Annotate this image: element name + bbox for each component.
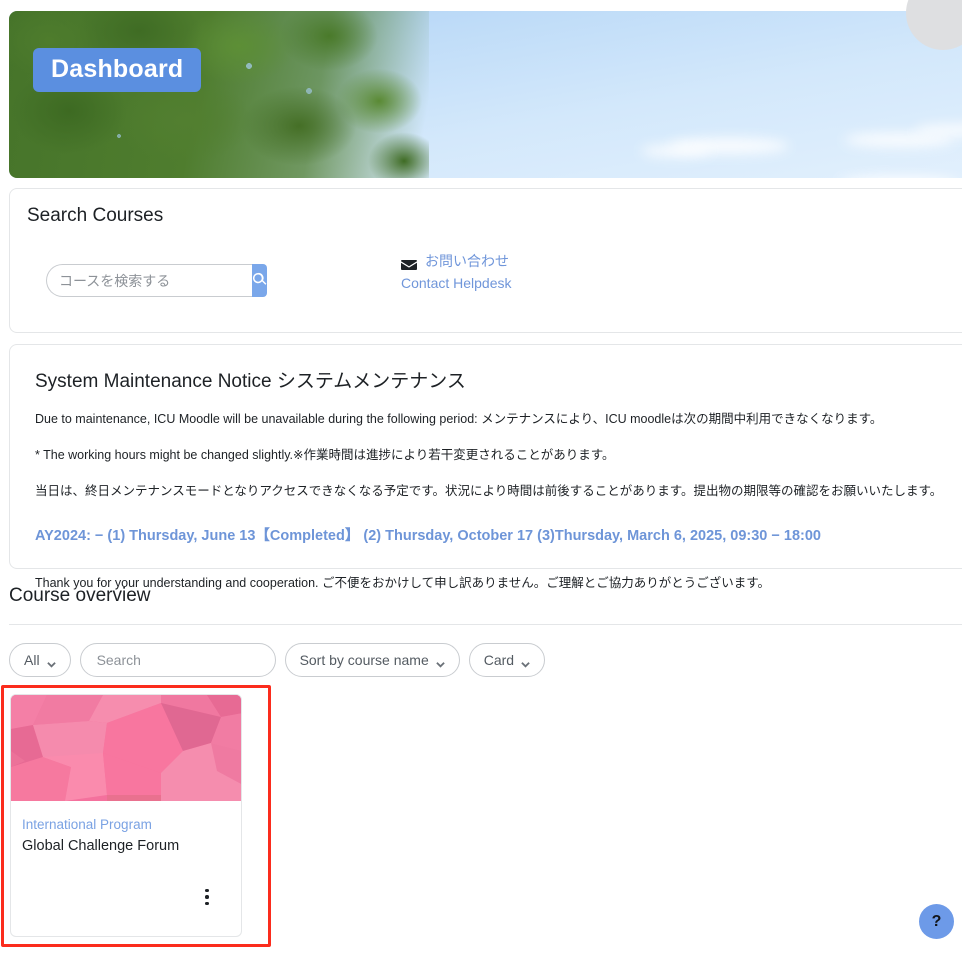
contact-jp-link[interactable]: お問い合わせ	[425, 250, 509, 272]
course-filter-dropdown[interactable]: All	[9, 643, 71, 677]
page-banner: Dashboard	[9, 11, 962, 178]
course-sort-label: Sort by course name	[300, 652, 429, 668]
course-overview-controls: All Sort by course name Card	[9, 643, 545, 677]
course-search-button[interactable]	[252, 264, 267, 297]
maintenance-title: System Maintenance Notice システムメンテナンス	[35, 366, 962, 393]
kebab-menu-icon[interactable]	[197, 886, 217, 908]
kebab-dot	[205, 902, 209, 906]
course-overview-divider	[9, 624, 962, 625]
course-card-name: Global Challenge Forum	[22, 838, 230, 854]
course-search-box	[46, 264, 255, 297]
help-button[interactable]: ?	[919, 904, 954, 939]
search-icon	[252, 272, 267, 290]
maintenance-paragraph: Due to maintenance, ICU Moodle will be u…	[35, 410, 962, 429]
course-view-dropdown[interactable]: Card	[469, 643, 545, 677]
cloud-shape	[839, 176, 959, 178]
cloud-shape	[641, 145, 711, 157]
course-card-category-link[interactable]: International Program	[22, 817, 230, 832]
course-card[interactable]: International Program Global Challenge F…	[10, 694, 242, 937]
tree-foliage-image	[9, 11, 429, 178]
maintenance-schedule-highlight: AY2024: − (1) Thursday, June 13【Complete…	[35, 526, 962, 548]
kebab-dot	[205, 895, 209, 899]
maintenance-body: Due to maintenance, ICU Moodle will be u…	[35, 410, 962, 591]
low-poly-pattern	[11, 695, 241, 801]
course-filter-label: All	[24, 652, 40, 668]
course-card-image	[11, 695, 241, 801]
course-sort-dropdown[interactable]: Sort by course name	[285, 643, 460, 677]
maintenance-notice-panel: System Maintenance Notice システムメンテナンス Due…	[9, 344, 962, 569]
maintenance-paragraph: 当日は、終日メンテナンスモードとなりアクセスできなくなる予定です。状況により時間…	[35, 482, 962, 501]
maintenance-thanks: Thank you for your understanding and coo…	[35, 572, 962, 591]
chevron-down-icon	[436, 656, 445, 665]
page-title-badge: Dashboard	[33, 48, 201, 92]
course-overview-title: Course overview	[9, 585, 151, 607]
contact-helpdesk-link[interactable]: Contact Helpdesk	[401, 272, 512, 294]
kebab-dot	[205, 889, 209, 893]
search-courses-title: Search Courses	[27, 205, 962, 227]
course-search-input[interactable]	[46, 264, 252, 297]
course-view-label: Card	[484, 652, 514, 668]
envelope-icon	[401, 255, 417, 267]
maintenance-paragraph: * The working hours might be changed sli…	[35, 446, 962, 465]
chevron-down-icon	[47, 656, 56, 665]
contact-helpdesk-block: お問い合わせ Contact Helpdesk	[401, 250, 512, 294]
chevron-down-icon	[521, 656, 530, 665]
contact-jp-line: お問い合わせ	[401, 250, 512, 272]
course-card-body: International Program Global Challenge F…	[11, 801, 241, 854]
course-overview-search-input[interactable]	[80, 643, 276, 677]
